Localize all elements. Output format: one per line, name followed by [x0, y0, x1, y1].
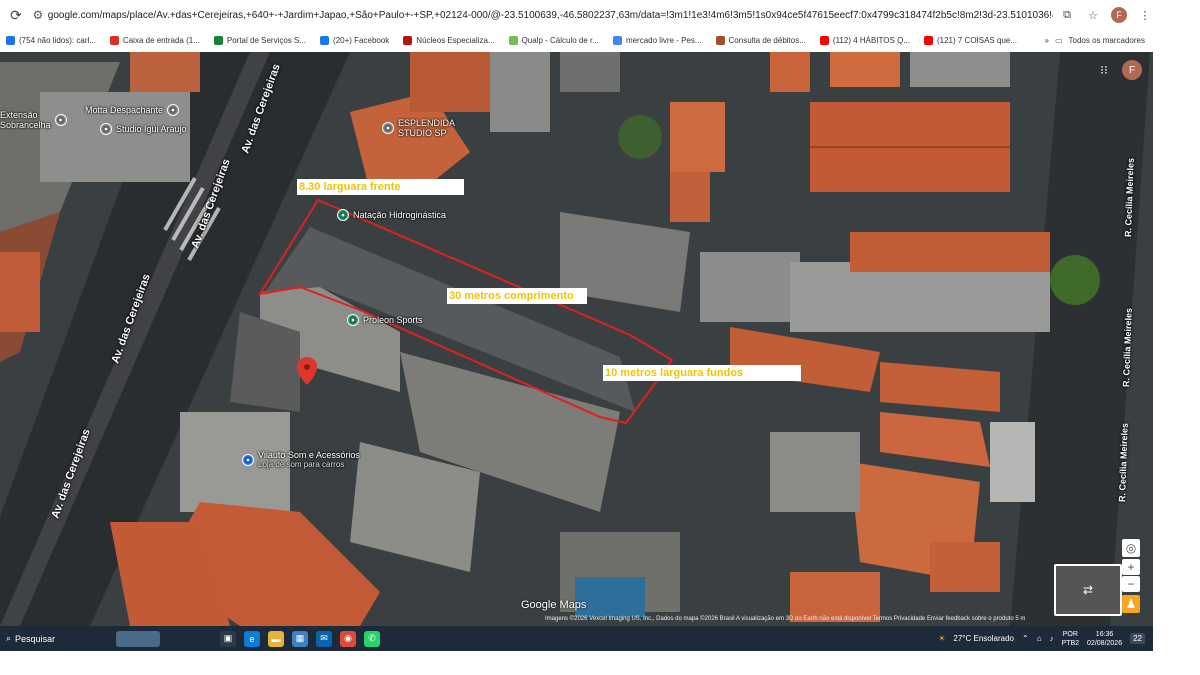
- gmail-icon: [109, 35, 119, 45]
- star-icon[interactable]: ☆: [1085, 7, 1101, 23]
- google-icon: [612, 35, 622, 45]
- poi-motta[interactable]: Motta Despachante ●: [85, 104, 180, 116]
- pegman-icon[interactable]: ♟: [1122, 595, 1140, 613]
- poi-esplendida[interactable]: ● ESPLENDIDA STUDIO SP: [382, 118, 468, 138]
- poi-studio-igui[interactable]: ● Studio Igui Araujo: [100, 123, 187, 135]
- folder-icon[interactable]: ▭: [1055, 36, 1063, 45]
- portal-icon: [213, 35, 223, 45]
- zoom-out-button[interactable]: −: [1122, 576, 1140, 592]
- url-text[interactable]: google.com/maps/place/Av.+das+Cerejeiras…: [48, 10, 1053, 21]
- front-width-label: 8.30 larguara frente: [297, 179, 464, 195]
- bookmark-item[interactable]: mercado livre - Pes...: [612, 35, 702, 45]
- chrome-icon[interactable]: ◉: [340, 630, 356, 647]
- bookmark-item[interactable]: (20+) Facebook: [320, 35, 390, 45]
- reload-icon[interactable]: ⟳: [4, 3, 28, 27]
- satellite-map[interactable]: 8.30 larguara frente 30 metros comprimen…: [0, 52, 1153, 626]
- bookmark-label: (754 não lidos): carl...: [19, 35, 96, 45]
- menu-icon[interactable]: ⋮: [1137, 7, 1153, 23]
- weather-icon: ☀: [938, 634, 946, 643]
- weather-text[interactable]: 27°C Ensolarado: [953, 634, 1014, 643]
- bookmark-item[interactable]: (121) 7 COISAS que...: [923, 35, 1018, 45]
- browser-chrome: ⟳ ⚙ google.com/maps/place/Av.+das+Cereje…: [0, 0, 1153, 52]
- network-icon[interactable]: ⌂: [1037, 634, 1042, 643]
- address-bar: ⟳ ⚙ google.com/maps/place/Av.+das+Cereje…: [0, 0, 1153, 30]
- chevron-up-icon[interactable]: ⌃: [1022, 634, 1029, 643]
- facebook-icon: [320, 35, 330, 45]
- mail-icon: [6, 35, 15, 45]
- poi-vilauto[interactable]: ● Vilauto Som e Acessórios Loja de som p…: [242, 450, 360, 470]
- search-highlight-image[interactable]: [116, 630, 160, 647]
- bookmark-item[interactable]: Portal de Serviços S...: [213, 35, 307, 45]
- sports-icon: ●: [347, 314, 359, 326]
- chevron-right-icon[interactable]: »: [1045, 36, 1049, 45]
- all-bookmarks[interactable]: Todos os marcadores: [1069, 36, 1145, 45]
- map-profile-avatar[interactable]: F: [1122, 60, 1142, 80]
- bookmark-label: Qualp - Cálculo de r...: [521, 35, 599, 45]
- bookmarks-bar: (754 não lidos): carl... Caixa de entrada…: [0, 30, 1153, 50]
- mail-icon[interactable]: ✉: [316, 630, 332, 647]
- bookmark-item[interactable]: Caixa de entrada (1...: [109, 35, 200, 45]
- length-label: 30 metros comprimento: [447, 288, 587, 304]
- bookmark-label: Caixa de entrada (1...: [122, 35, 200, 45]
- bookmark-item[interactable]: Núcleos Especializa...: [403, 35, 495, 45]
- bookmark-item[interactable]: (112) 4 HÁBITOS Q...: [819, 35, 910, 45]
- task-view-icon[interactable]: ▣: [220, 630, 236, 647]
- place-icon: ●: [100, 123, 112, 135]
- bookmark-label: mercado livre - Pes...: [625, 35, 702, 45]
- qualp-icon: [508, 35, 518, 45]
- profile-avatar[interactable]: F: [1111, 7, 1127, 23]
- my-location-icon[interactable]: ◎: [1122, 539, 1140, 557]
- map-attribution: Imagens ©2026 Vexcel Imaging US, Inc., D…: [545, 616, 1026, 622]
- taskbar-search[interactable]: ⌕ Pesquisar: [6, 633, 116, 644]
- shopping-icon: ●: [242, 454, 254, 466]
- place-icon: ●: [382, 122, 394, 134]
- bookmark-item[interactable]: Consulta de débitos...: [715, 35, 806, 45]
- nucleos-icon: [403, 35, 413, 45]
- poi-natacao[interactable]: ● Natação Hidroginástica: [337, 209, 446, 221]
- bookmark-item[interactable]: Qualp - Cálculo de r...: [508, 35, 599, 45]
- bookmark-label: Núcleos Especializa...: [416, 35, 495, 45]
- bookmark-label: (121) 7 COISAS que...: [936, 35, 1018, 45]
- map-imagery: [0, 52, 1153, 626]
- whatsapp-icon[interactable]: ✆: [364, 630, 380, 647]
- language-indicator[interactable]: POR PTB2: [1062, 630, 1080, 648]
- install-icon[interactable]: ⧉: [1059, 7, 1075, 23]
- site-info-icon[interactable]: ⚙: [28, 5, 48, 25]
- pool-icon: ●: [337, 209, 349, 221]
- place-icon: ●: [54, 114, 67, 126]
- youtube-icon: [819, 35, 829, 45]
- place-icon: ●: [167, 104, 180, 116]
- bookmark-item[interactable]: (754 não lidos): carl...: [6, 35, 96, 45]
- store-icon[interactable]: ▦: [292, 630, 308, 647]
- poi-proleon[interactable]: ● Proleon Sports: [347, 314, 423, 326]
- volume-icon[interactable]: ♪: [1050, 634, 1054, 643]
- apps-grid-icon[interactable]: ⁝⁝: [1098, 63, 1110, 77]
- bookmark-label: Portal de Serviços S...: [226, 35, 307, 45]
- consulta-icon: [715, 35, 725, 45]
- zoom-in-button[interactable]: +: [1122, 559, 1140, 575]
- youtube-icon: [923, 35, 933, 45]
- file-explorer-icon[interactable]: ▬: [268, 630, 284, 647]
- bookmark-label: Consulta de débitos...: [728, 35, 806, 45]
- bookmark-label: (20+) Facebook: [333, 35, 390, 45]
- google-maps-logo: Google Maps: [521, 599, 587, 611]
- notifications-badge[interactable]: 22: [1130, 633, 1145, 644]
- edge-icon[interactable]: e: [244, 630, 260, 647]
- back-width-label: 10 metros larguara fundos: [603, 365, 801, 381]
- layers-thumbnail[interactable]: ⇄: [1054, 564, 1122, 616]
- windows-taskbar: ⌕ Pesquisar ▣ e ▬ ▦ ✉ ◉ ✆ ☀ 27°C Ensolar…: [0, 626, 1153, 651]
- bookmark-label: (112) 4 HÁBITOS Q...: [832, 35, 910, 45]
- search-icon: ⌕: [6, 633, 12, 643]
- poi-extensao[interactable]: Extensão Sobrancelha ●: [0, 110, 67, 130]
- clock[interactable]: 16:36 02/08/2026: [1087, 630, 1122, 648]
